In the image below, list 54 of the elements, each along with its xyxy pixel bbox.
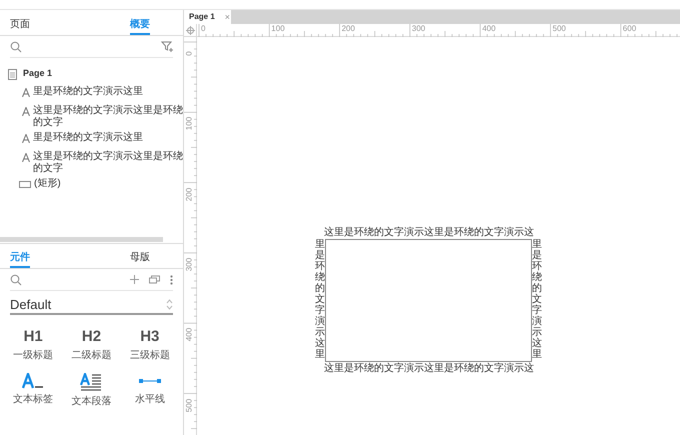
ruler-label: 100 xyxy=(271,24,285,33)
search-icon[interactable] xyxy=(10,274,22,286)
text-paragraph-icon[interactable] xyxy=(80,373,102,391)
chevron-icon xyxy=(166,299,173,310)
widget-label[interactable]: 文本标签 xyxy=(13,394,54,405)
wrapped-text: 里是环绕的文字演示这里 xyxy=(532,239,542,360)
library-name: Default xyxy=(10,296,52,314)
wrapped-text: 里是环绕的文字演示这里 xyxy=(315,239,325,360)
widget-label[interactable]: 一级标题 xyxy=(13,350,54,361)
ruler-label: 500 xyxy=(184,397,194,414)
heading-icon[interactable]: H1 xyxy=(24,329,43,345)
heading-icon[interactable]: H2 xyxy=(82,329,102,345)
crosshair-icon[interactable] xyxy=(186,26,194,34)
text-icon xyxy=(22,105,30,116)
library-dropdown[interactable]: Default xyxy=(10,296,173,315)
heading-icon[interactable]: H3 xyxy=(140,329,160,345)
ruler-label: 400 xyxy=(184,327,194,344)
ruler-label: 300 xyxy=(412,24,426,33)
tab[interactable]: 页面 xyxy=(10,19,30,35)
more-icon[interactable] xyxy=(170,274,173,284)
ruler-label: 400 xyxy=(482,24,496,33)
outline-item[interactable]: (矩形) xyxy=(34,178,61,190)
document-tab[interactable]: Page 1 × xyxy=(184,10,231,24)
rectangle-icon xyxy=(19,181,31,188)
widget-label[interactable]: 水平线 xyxy=(134,394,165,405)
ruler-label: 600 xyxy=(622,24,636,33)
plus-icon[interactable] xyxy=(130,275,139,284)
search-icon[interactable] xyxy=(10,40,22,52)
ruler-label: 500 xyxy=(552,24,566,33)
tab[interactable]: 母版 xyxy=(130,252,150,268)
wrapped-text: 这里是环绕的文字演示这里是环绕的文字演示这 xyxy=(324,227,534,238)
ruler-label: 0 xyxy=(184,50,194,58)
layers-icon[interactable] xyxy=(149,275,160,284)
page-item[interactable]: Page 1 xyxy=(23,67,52,81)
text-label-icon[interactable] xyxy=(22,373,44,389)
widget-label[interactable]: 二级标题 xyxy=(71,350,112,361)
outline-item[interactable]: 这里是环绕的文字演示这里是环绕的文字 xyxy=(33,151,183,175)
wrapped-text: 这里是环绕的文字演示这里是环绕的文字演示这 xyxy=(324,363,534,374)
ruler-label: 0 xyxy=(201,24,206,33)
outline-item[interactable]: 这里是环绕的文字演示这里是环绕的文字 xyxy=(33,105,183,129)
text-icon xyxy=(22,151,30,162)
scrollbar[interactable] xyxy=(0,236,163,242)
widget-label[interactable]: 文本段落 xyxy=(71,396,112,407)
ruler-label: 300 xyxy=(184,256,194,274)
ruler-label: 200 xyxy=(342,24,355,33)
widget-label[interactable]: 三级标题 xyxy=(130,350,170,361)
ruler-label: 200 xyxy=(184,186,194,203)
text-icon xyxy=(22,132,30,143)
outline-item[interactable]: 里是环绕的文字演示这里 xyxy=(33,132,143,144)
page-icon xyxy=(8,68,17,80)
text-icon xyxy=(22,86,30,97)
outline-item[interactable]: 里是环绕的文字演示这里 xyxy=(33,86,143,98)
ruler-label: 100 xyxy=(184,116,194,132)
filter-icon[interactable] xyxy=(161,41,173,52)
